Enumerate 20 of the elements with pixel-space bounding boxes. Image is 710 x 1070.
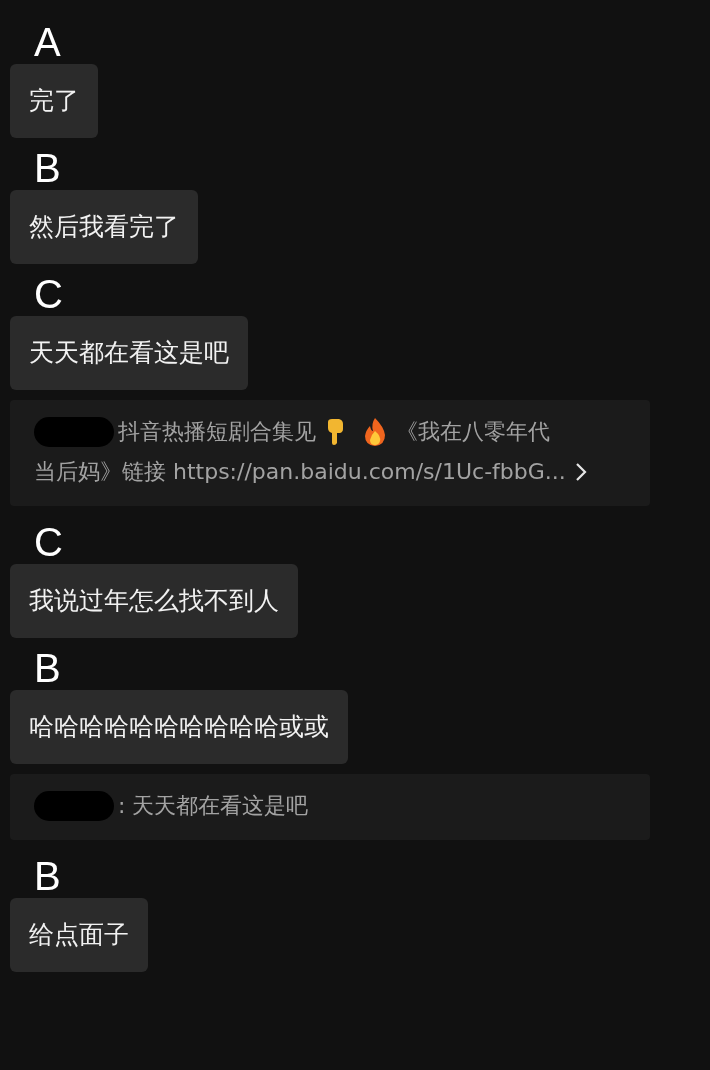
quote-text: 当后妈》链接 https://pan.baidu.com/s/1Uc-fbbG... — [34, 458, 566, 486]
fire-icon — [362, 417, 388, 447]
quote-text: 《我在八零年代 — [396, 418, 550, 446]
sender-name: B — [34, 148, 61, 188]
message-bubble: 我说过年怎么找不到人 — [10, 564, 298, 638]
sender-name: C — [34, 522, 63, 562]
chevron-right-icon — [573, 461, 588, 483]
message-bubble: 天天都在看这是吧 — [10, 316, 248, 390]
message-bubble: 哈哈哈哈哈哈哈哈哈哈或或 — [10, 690, 348, 764]
message-bubble: 给点面子 — [10, 898, 148, 972]
sender-name: C — [34, 274, 63, 314]
quoted-message[interactable]: 抖音热播短剧合集见 《我在八零年代 当后妈》链接 https://pan.baidu.com/s/1Uc-fbbG... — [10, 400, 650, 506]
quoted-message[interactable]: : 天天都在看这是吧 — [10, 774, 650, 840]
message-bubble: 完了 — [10, 64, 98, 138]
sender-name: B — [34, 856, 61, 896]
message-bubble: 然后我看完了 — [10, 190, 198, 264]
quote-text: 抖音热播短剧合集见 — [118, 418, 316, 446]
quote-text: : 天天都在看这是吧 — [118, 792, 309, 820]
sender-name: A — [34, 22, 61, 62]
sender-name: B — [34, 648, 61, 688]
